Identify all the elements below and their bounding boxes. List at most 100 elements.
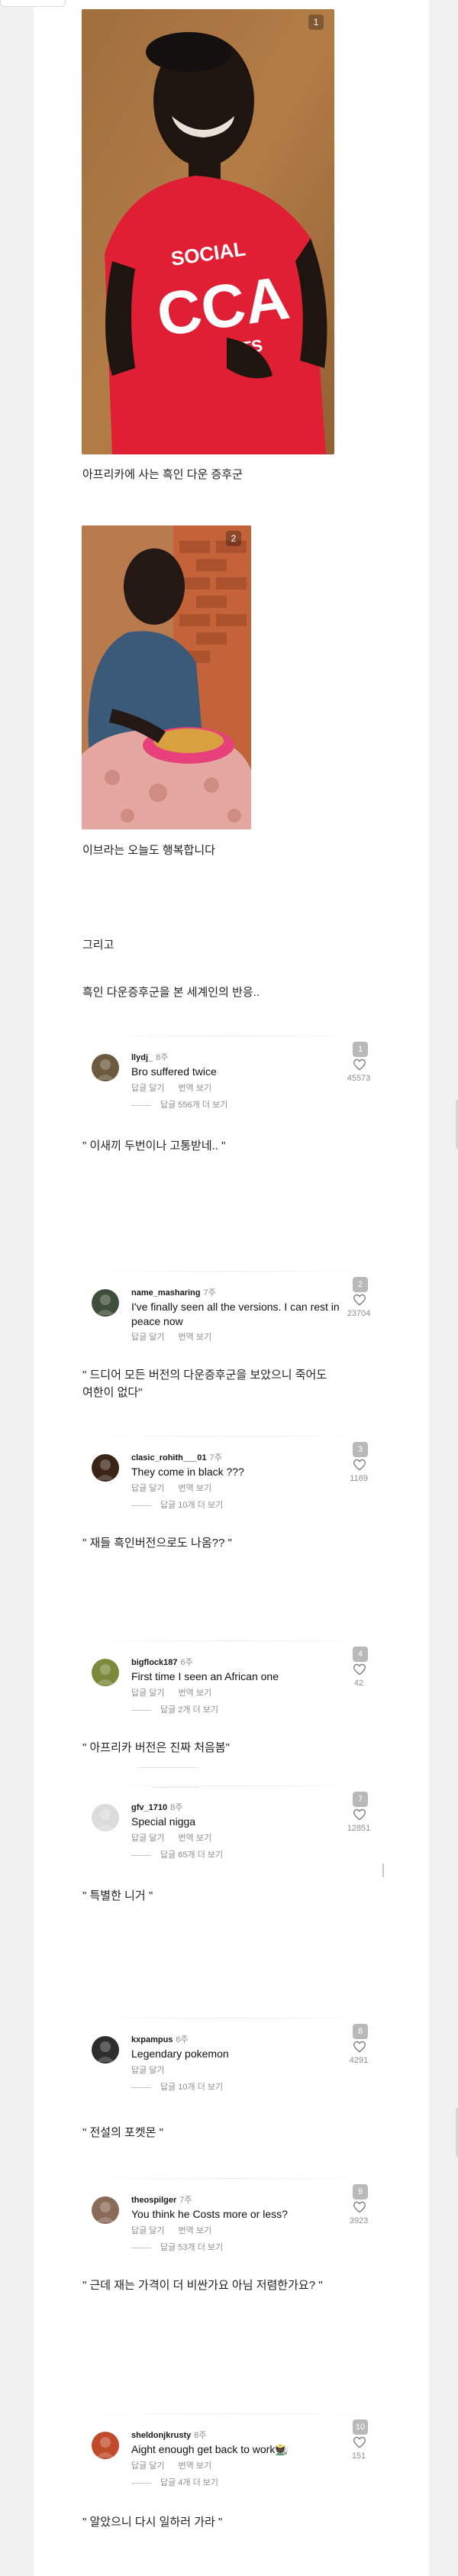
comment-actions: 답글 달기 번역 보기: [131, 1330, 225, 1343]
heart-icon[interactable]: [353, 1059, 366, 1071]
divider: [153, 1787, 198, 1788]
comment-card: kxpampus 6주 Legendary pokemon 답글 달기 답글 10…: [82, 2018, 379, 2115]
translation-quote: " 특별한 니거 ": [82, 1889, 153, 1902]
avatar[interactable]: [92, 1289, 119, 1317]
reply-button[interactable]: 답글 달기: [131, 2461, 165, 2471]
username-text[interactable]: name_masharing: [131, 1288, 200, 1298]
username-text[interactable]: sheldonjkrusty: [131, 2431, 191, 2440]
comment-card: sheldonjkrusty 8주 Aight enough get back t…: [82, 2413, 379, 2511]
translate-button[interactable]: 번역 보기: [179, 1834, 212, 1843]
username-text[interactable]: kxpampus: [131, 2035, 173, 2044]
divider: [82, 2178, 379, 2179]
translate-button[interactable]: 번역 보기: [179, 1484, 212, 1493]
reply-button[interactable]: 답글 달기: [131, 1333, 165, 1342]
heart-icon[interactable]: [353, 1294, 366, 1306]
comment-number-badge: 7: [353, 1792, 368, 1807]
heart-icon[interactable]: [353, 2436, 366, 2448]
comment-number-badge: 9: [353, 2184, 368, 2199]
divider: [137, 1767, 198, 1768]
view-replies-button[interactable]: 답글 65개 더 보기: [131, 1848, 223, 1860]
comment-actions: 답글 달기 번역 보기: [131, 2459, 225, 2471]
reply-button[interactable]: 답글 달기: [131, 1834, 165, 1843]
translate-button[interactable]: 번역 보기: [179, 2461, 212, 2471]
view-replies-button[interactable]: 답글 53개 더 보기: [131, 2241, 223, 2253]
like-count: 23704: [347, 1309, 371, 1318]
comment-username[interactable]: bigflock187 6주: [131, 1656, 193, 1668]
comment-actions: 답글 달기 번역 보기: [131, 1686, 225, 1698]
translate-button[interactable]: 번역 보기: [179, 1333, 212, 1342]
comment-number-badge: 8: [353, 2024, 368, 2039]
view-replies-button[interactable]: 답글 2개 더 보기: [131, 1703, 218, 1715]
top-tab[interactable]: [0, 0, 66, 7]
comment-card: llydj_ 8주 Bro suffered twice 답글 달기 번역 보기 답…: [82, 1036, 379, 1133]
translation-quote: " 아프리카 버전은 진짜 처음봄": [82, 1741, 230, 1754]
avatar[interactable]: [92, 2196, 119, 2224]
comment-card: clasic_rohith___01 7주 They come in black …: [82, 1436, 379, 1534]
view-replies-button[interactable]: 답글 10개 더 보기: [131, 2080, 223, 2093]
avatar[interactable]: [92, 2432, 119, 2459]
comment-username[interactable]: kxpampus 6주: [131, 2033, 189, 2045]
comment-username[interactable]: llydj_ 8주: [131, 1051, 168, 1063]
reply-button[interactable]: 답글 달기: [131, 2226, 165, 2235]
heart-icon[interactable]: [353, 2201, 366, 2213]
avatar[interactable]: [92, 1804, 119, 1831]
comment-username[interactable]: name_masharing 7주: [131, 1286, 216, 1298]
like-count: 42: [353, 1679, 364, 1688]
avatar[interactable]: [92, 2036, 119, 2064]
translate-button[interactable]: 번역 보기: [179, 2226, 212, 2235]
divider: [82, 1436, 379, 1437]
photo-index-badge: 2: [226, 531, 241, 546]
translate-button[interactable]: 번역 보기: [179, 1084, 212, 1093]
comment-card: bigflock187 6주 First time I seen an Afric…: [82, 1640, 379, 1738]
heart-icon[interactable]: [353, 1808, 366, 1821]
comment-time: 7주: [179, 2196, 192, 2205]
reply-button[interactable]: 답글 달기: [131, 1689, 165, 1698]
comment-number-badge: 10: [353, 2419, 368, 2435]
comment-time: 8주: [156, 1053, 169, 1062]
avatar[interactable]: [92, 1054, 119, 1081]
avatar[interactable]: [92, 1659, 119, 1686]
comment-card: theospilger 7주 You think he Costs more or…: [82, 2178, 379, 2276]
right-margin: [429, 0, 458, 2576]
translation-quote: " 드디어 모든 버전의 다운증후군을 보았으니 죽어도 여한이 없다": [82, 1369, 327, 1399]
username-text[interactable]: bigflock187: [131, 1658, 178, 1667]
reply-button[interactable]: 답글 달기: [131, 2066, 165, 2075]
reply-button[interactable]: 답글 달기: [131, 1484, 165, 1493]
translation-quote: " 이새끼 두번이나 고통받네.. ": [82, 1139, 226, 1152]
username-text[interactable]: theospilger: [131, 2196, 176, 2205]
comment-actions: 답글 달기 번역 보기: [131, 1482, 225, 1494]
view-replies-button[interactable]: 답글 10개 더 보기: [131, 1498, 223, 1511]
username-text[interactable]: llydj_: [131, 1053, 153, 1062]
comment-number-badge: 3: [353, 1442, 368, 1457]
view-replies-button[interactable]: 답글 4개 더 보기: [131, 2476, 218, 2488]
comment-text: Bro suffered twice: [131, 1065, 217, 1078]
username-text[interactable]: clasic_rohith___01: [131, 1453, 206, 1463]
translation-quote: " 알았으니 다시 일하러 가라 ": [82, 2516, 223, 2529]
reply-button[interactable]: 답글 달기: [131, 1084, 165, 1093]
comment-username[interactable]: gfv_1710 8주: [131, 1801, 182, 1813]
username-text[interactable]: gfv_1710: [131, 1803, 167, 1812]
heart-icon[interactable]: [353, 1459, 366, 1471]
translation-quote: " 근데 재는 가격이 더 비싼가요 아님 저렴한가요? ": [82, 2279, 323, 2292]
comment-time: 6주: [176, 2035, 189, 2044]
like-count: 1169: [350, 1474, 368, 1483]
comment-username[interactable]: clasic_rohith___01 7주: [131, 1451, 222, 1463]
comment-time: 8주: [170, 1803, 183, 1812]
comment-username[interactable]: sheldonjkrusty 8주: [131, 2429, 207, 2441]
comment-time: 7주: [203, 1288, 216, 1298]
avatar[interactable]: [92, 1454, 119, 1482]
view-replies-button[interactable]: 답글 556개 더 보기: [131, 1098, 227, 1110]
comment-text: They come in black ???: [131, 1466, 244, 1478]
comment-actions: 답글 달기 번역 보기: [131, 2224, 225, 2236]
comment-text: I've finally seen all the versions. I ca…: [131, 1301, 340, 1327]
heart-icon[interactable]: [353, 1663, 366, 1676]
comment-time: 6주: [180, 1658, 193, 1667]
heart-icon[interactable]: [353, 2041, 366, 2053]
translation-quote: " 재들 흑인버전으로도 나옴?? ": [82, 1537, 232, 1550]
left-margin: [0, 0, 34, 2576]
comment-card: name_masharing 7주 I've finally seen all t…: [82, 1271, 379, 1369]
translate-button[interactable]: 번역 보기: [179, 1689, 212, 1698]
comment-number-badge: 2: [353, 1277, 368, 1292]
comment-username[interactable]: theospilger 7주: [131, 2193, 192, 2206]
comment-text: First time I seen an African one: [131, 1670, 279, 1682]
